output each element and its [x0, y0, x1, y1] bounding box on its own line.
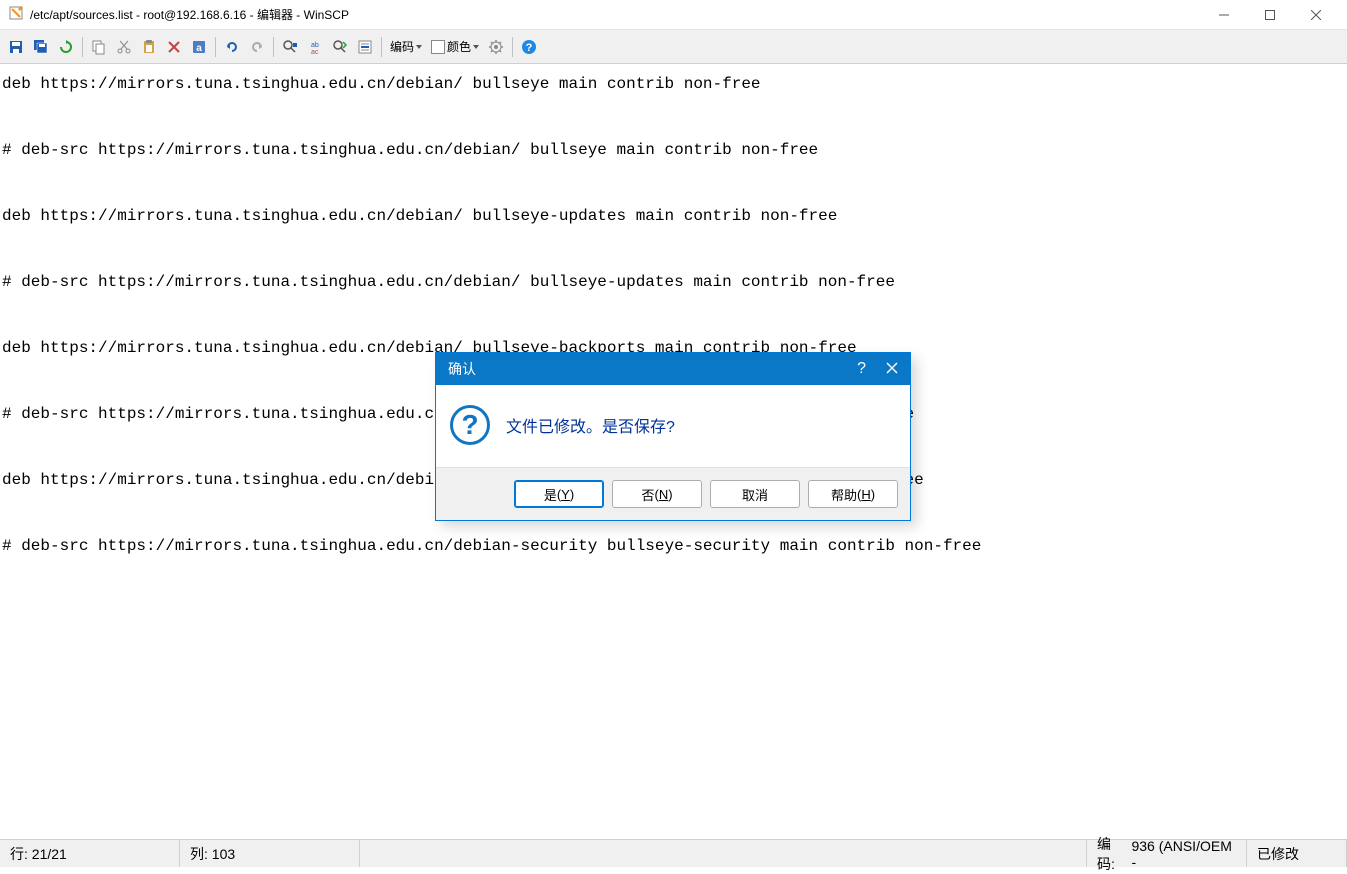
paste-icon[interactable] [137, 35, 161, 59]
toolbar: a abac 编码 颜色 ? [0, 30, 1347, 64]
dialog-close-icon[interactable] [886, 361, 898, 377]
help-label: 帮助 [831, 485, 857, 504]
cancel-label: 取消 [742, 485, 768, 504]
close-button[interactable] [1293, 0, 1339, 30]
help-key: H [861, 487, 870, 502]
row-label: 行: [10, 844, 28, 864]
titlebar: /etc/apt/sources.list - root@192.168.6.1… [0, 0, 1347, 30]
row-value: 21/21 [32, 846, 67, 862]
separator [512, 37, 513, 57]
col-label: 列: [190, 844, 208, 864]
svg-text:a: a [196, 43, 202, 54]
color-swatch-icon [431, 40, 445, 54]
yes-label: 是 [544, 485, 557, 504]
minimize-button[interactable] [1201, 0, 1247, 30]
maximize-button[interactable] [1247, 0, 1293, 30]
dialog-title: 确认 [448, 359, 476, 379]
help-button[interactable]: 帮助(H) [808, 480, 898, 508]
cut-icon[interactable] [112, 35, 136, 59]
goto-icon[interactable] [353, 35, 377, 59]
delete-icon[interactable] [162, 35, 186, 59]
select-all-icon[interactable]: a [187, 35, 211, 59]
save-all-icon[interactable] [29, 35, 53, 59]
yes-key: Y [561, 487, 570, 502]
encoding-dropdown[interactable]: 编码 [386, 38, 426, 55]
titlebar-left: /etc/apt/sources.list - root@192.168.6.1… [8, 5, 349, 24]
separator [381, 37, 382, 57]
window-title: /etc/apt/sources.list - root@192.168.6.1… [30, 6, 349, 23]
statusbar: 行: 21/21 列: 103 编码: 936 (ANSI/OEM - 已修改 [0, 839, 1347, 867]
color-label: 颜色 [447, 38, 471, 55]
question-icon: ? [450, 405, 490, 445]
find-next-icon[interactable] [328, 35, 352, 59]
dialog-message: 文件已修改。是否保存? [506, 413, 675, 437]
yes-button[interactable]: 是(Y) [514, 480, 604, 508]
copy-icon[interactable] [87, 35, 111, 59]
dialog-titlebar[interactable]: 确认 ? [436, 353, 910, 385]
window-controls [1201, 0, 1339, 30]
status-encoding: 编码: 936 (ANSI/OEM - [1087, 840, 1247, 867]
status-char [360, 840, 1087, 867]
find-icon[interactable] [278, 35, 302, 59]
enc-value: 936 (ANSI/OEM - [1131, 838, 1236, 870]
help-icon[interactable]: ? [517, 35, 541, 59]
reload-icon[interactable] [54, 35, 78, 59]
status-col: 列: 103 [180, 840, 360, 867]
dropdown-icon [473, 45, 479, 49]
color-dropdown[interactable]: 颜色 [427, 38, 483, 55]
no-label: 否 [641, 485, 654, 504]
status-modified: 已修改 [1247, 840, 1347, 867]
svg-text:?: ? [526, 42, 533, 54]
cancel-button[interactable]: 取消 [710, 480, 800, 508]
dialog-buttons: 是(Y) 否(N) 取消 帮助(H) [436, 467, 910, 520]
dialog-titlebar-controls: ? [857, 360, 898, 378]
svg-text:ab: ab [311, 42, 319, 49]
col-value: 103 [212, 846, 235, 862]
settings-icon[interactable] [484, 35, 508, 59]
no-key: N [659, 487, 668, 502]
separator [82, 37, 83, 57]
svg-text:ac: ac [311, 49, 319, 55]
enc-label: 编码: [1097, 834, 1128, 874]
dropdown-icon [416, 45, 422, 49]
no-button[interactable]: 否(N) [612, 480, 702, 508]
separator [215, 37, 216, 57]
encoding-label: 编码 [390, 38, 414, 55]
redo-icon[interactable] [245, 35, 269, 59]
dialog-help-icon[interactable]: ? [857, 360, 866, 378]
save-icon[interactable] [4, 35, 28, 59]
app-icon [8, 5, 24, 24]
confirm-dialog: 确认 ? ? 文件已修改。是否保存? 是(Y) 否(N) 取消 帮助(H) [435, 352, 911, 521]
undo-icon[interactable] [220, 35, 244, 59]
replace-icon[interactable]: abac [303, 35, 327, 59]
status-row: 行: 21/21 [0, 840, 180, 867]
dialog-body: ? 文件已修改。是否保存? [436, 385, 910, 467]
separator [273, 37, 274, 57]
